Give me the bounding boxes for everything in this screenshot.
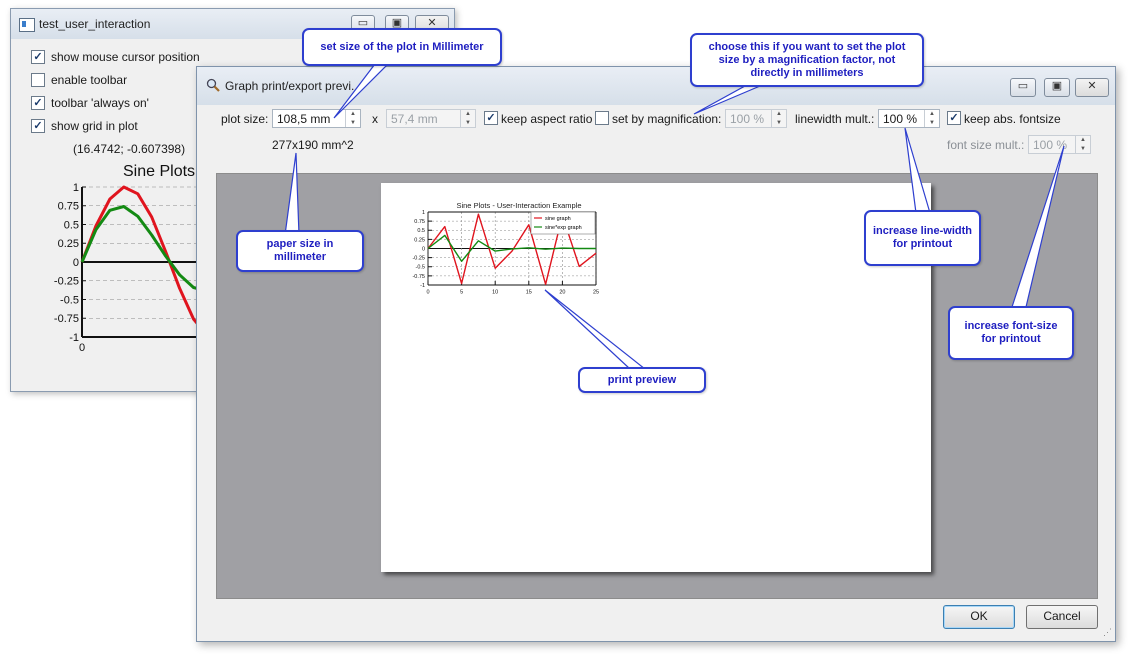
callout-fontsize: increase font-size for printout bbox=[948, 306, 1074, 360]
y-tick-label: 0 bbox=[73, 257, 79, 269]
plot-width-spinbox[interactable]: 108,5 mm ▲ ▼ bbox=[272, 109, 361, 128]
keep-aspect-checkbox[interactable]: ✓ bbox=[484, 111, 498, 125]
ok-button[interactable]: OK bbox=[943, 605, 1015, 629]
preview-plot-title: Sine Plots - User-Interaction Example bbox=[456, 201, 581, 210]
back-window-title: test_user_interaction bbox=[39, 17, 151, 31]
magnification-value: 100 % bbox=[730, 112, 765, 126]
magnification-spinbox[interactable]: 100 % ▲ ▼ bbox=[725, 109, 787, 128]
callout-paper-size: paper size in millimeter bbox=[236, 230, 364, 272]
y-tick-label: -0.75 bbox=[412, 274, 425, 280]
maximize-button[interactable]: ▣ bbox=[1044, 78, 1070, 97]
plot-title: Sine Plots bbox=[123, 163, 195, 180]
checkbox-checked-icon[interactable]: ✓ bbox=[31, 50, 45, 64]
linewidth-spinbox[interactable]: 100 % ▲ ▼ bbox=[878, 109, 940, 128]
keep-aspect-label: keep aspect ratio bbox=[501, 112, 593, 126]
checkbox-unchecked-icon[interactable] bbox=[31, 73, 45, 87]
app-window-icon bbox=[19, 18, 35, 32]
y-tick-label: -0.75 bbox=[54, 313, 79, 325]
x-tick-label: 5 bbox=[460, 290, 463, 296]
y-tick-label: -0.25 bbox=[54, 276, 79, 288]
minimize-button[interactable]: ▭ bbox=[1010, 78, 1036, 97]
legend-entry: sine*exp graph bbox=[545, 225, 582, 231]
option-label: show grid in plot bbox=[51, 119, 138, 133]
y-tick-label: -0.5 bbox=[416, 265, 425, 271]
option-toolbar-always-on[interactable]: ✓ toolbar 'always on' bbox=[31, 94, 149, 112]
y-tick-label: -1 bbox=[420, 283, 425, 289]
dialog-titlebar[interactable]: Graph print/export previ... ▭ ▣ ✕ bbox=[197, 67, 1115, 105]
plot-height-spinbox[interactable]: 57,4 mm ▲ ▼ bbox=[386, 109, 476, 128]
option-label: toolbar 'always on' bbox=[51, 96, 149, 110]
option-enable-toolbar[interactable]: enable toolbar bbox=[31, 71, 127, 89]
x-tick-label: 15 bbox=[526, 290, 532, 296]
preview-plot: Sine Plots - User-Interaction Example 10… bbox=[412, 201, 599, 296]
y-tick-label: 0.5 bbox=[417, 228, 425, 234]
x-tick-label: 0 bbox=[79, 342, 85, 354]
checkbox-checked-icon[interactable]: ✓ bbox=[31, 119, 45, 133]
callout-print-preview: print preview bbox=[578, 367, 706, 393]
cancel-button[interactable]: Cancel bbox=[1026, 605, 1098, 629]
magnification-label: set by magnification: bbox=[612, 112, 722, 126]
x-tick-label: 0 bbox=[426, 290, 429, 296]
x-tick-label: 10 bbox=[492, 290, 498, 296]
dialog-title: Graph print/export previ... bbox=[225, 79, 362, 93]
sine-plot[interactable]: 10.750.50.250-0.25-0.5-0.75-105Sine Plot… bbox=[11, 161, 197, 361]
fontsize-value: 100 % bbox=[1033, 138, 1068, 152]
option-show-grid[interactable]: ✓ show grid in plot bbox=[31, 117, 138, 135]
x-tick-label: 25 bbox=[593, 290, 599, 296]
resize-grip-icon[interactable]: ⋰ bbox=[1103, 627, 1112, 638]
y-tick-label: 0.5 bbox=[64, 219, 79, 231]
preview-legend: sine graph sine*exp graph bbox=[530, 211, 596, 235]
y-tick-label: 0.25 bbox=[414, 237, 425, 243]
plot-width-value: 108,5 mm bbox=[277, 112, 331, 126]
y-tick-label: 0.25 bbox=[58, 238, 79, 250]
plot-size-label: plot size: bbox=[221, 112, 269, 126]
y-tick-label: -0.5 bbox=[60, 294, 79, 306]
legend-entry: sine graph bbox=[545, 216, 571, 222]
y-tick-label: 0 bbox=[422, 246, 425, 252]
y-tick-label: 1 bbox=[73, 182, 79, 194]
y-tick-label: 0.75 bbox=[58, 201, 79, 213]
paper-size-readout: 277x190 mm^2 bbox=[272, 138, 354, 152]
spin-arrows-icon: ▲ ▼ bbox=[771, 110, 786, 127]
option-show-mouse-position[interactable]: ✓ show mouse cursor position bbox=[31, 48, 200, 66]
y-tick-label: -1 bbox=[69, 332, 79, 344]
keep-fontsize-label: keep abs. fontsize bbox=[964, 112, 1061, 126]
y-tick-label: 1 bbox=[422, 210, 425, 216]
checkbox-checked-icon[interactable]: ✓ bbox=[31, 96, 45, 110]
fontsize-label: font size mult.: bbox=[947, 138, 1025, 152]
callout-magnification: choose this if you want to set the plot … bbox=[690, 33, 924, 87]
option-label: show mouse cursor position bbox=[51, 50, 200, 64]
mouse-position-readout: (16.4742; -0.607398) bbox=[73, 142, 186, 156]
fontsize-spinbox[interactable]: 100 % ▲ ▼ bbox=[1028, 135, 1091, 154]
spin-arrows-icon[interactable]: ▲ ▼ bbox=[345, 110, 360, 127]
times-sign: x bbox=[372, 112, 378, 126]
linewidth-value: 100 % bbox=[883, 112, 918, 126]
callout-linewidth: increase line-width for printout bbox=[864, 210, 981, 266]
y-tick-label: 0.75 bbox=[414, 219, 425, 225]
close-button[interactable]: ✕ bbox=[1075, 78, 1109, 97]
y-tick-label: -0.25 bbox=[412, 256, 425, 262]
magnifier-icon bbox=[206, 78, 220, 92]
x-tick-label: 20 bbox=[559, 290, 565, 296]
magnification-checkbox[interactable] bbox=[595, 111, 609, 125]
plot-height-value: 57,4 mm bbox=[391, 112, 438, 126]
spin-arrows-icon: ▲ ▼ bbox=[460, 110, 475, 127]
spin-arrows-icon[interactable]: ▲ ▼ bbox=[924, 110, 939, 127]
keep-fontsize-checkbox[interactable]: ✓ bbox=[947, 111, 961, 125]
linewidth-label: linewidth mult.: bbox=[795, 112, 875, 126]
callout-plot-size: set size of the plot in Millimeter bbox=[302, 28, 502, 66]
spin-arrows-icon: ▲ ▼ bbox=[1075, 136, 1090, 153]
option-label: enable toolbar bbox=[51, 73, 128, 87]
